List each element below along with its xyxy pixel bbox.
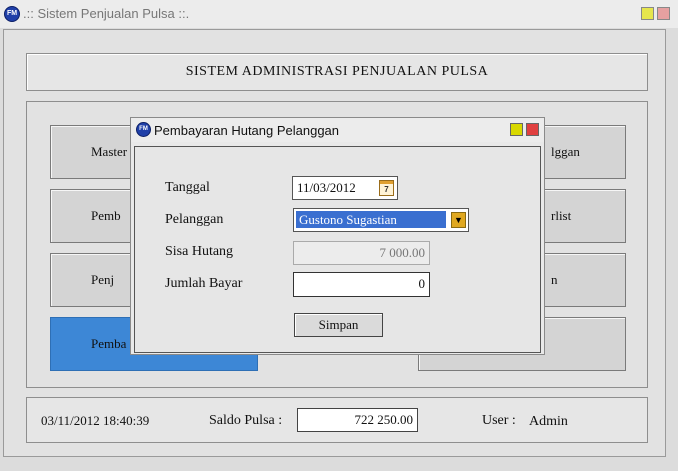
app-logo-icon: FM	[4, 6, 20, 22]
tanggal-date-picker[interactable]: 11/03/2012 7	[292, 176, 398, 200]
jumlah-bayar-label: Jumlah Bayar	[165, 276, 243, 291]
header-panel: SISTEM ADMINISTRASI PENJUALAN PULSA	[26, 53, 648, 91]
dialog-close-button[interactable]	[526, 123, 539, 136]
pelanggan-selected-value: Gustono Sugastian	[296, 211, 446, 228]
saldo-label: Saldo Pulsa :	[209, 413, 283, 428]
pelanggan-select[interactable]: Gustono Sugastian ▼	[293, 208, 469, 232]
sisa-hutang-value: 7 000.00	[379, 245, 426, 260]
app-logo-icon: FM	[136, 122, 151, 137]
chevron-down-icon[interactable]: ▼	[451, 212, 466, 228]
status-datetime: 03/11/2012 18:40:39	[41, 413, 150, 428]
tanggal-value: 11/03/2012	[297, 180, 356, 195]
window-titlebar: FM .:: Sistem Penjualan Pulsa ::.	[0, 0, 678, 28]
menu-button-label: Penj	[91, 272, 115, 287]
menu-button-label: lggan	[551, 144, 580, 159]
saldo-pulsa-field: 722 250.00	[297, 408, 418, 432]
page-title: SISTEM ADMINISTRASI PENJUALAN PULSA	[185, 64, 489, 79]
jumlah-bayar-value: 0	[418, 276, 426, 291]
simpan-button[interactable]: Simpan	[294, 313, 383, 337]
sisa-hutang-label: Sisa Hutang	[165, 244, 234, 259]
tanggal-label: Tanggal	[165, 180, 210, 195]
sisa-hutang-field: 7 000.00	[293, 241, 430, 265]
menu-button-label: Pemb	[91, 208, 121, 223]
saldo-pulsa-value: 722 250.00	[354, 412, 414, 427]
menu-button-label: Pemba	[91, 336, 127, 351]
dialog-title: Pembayaran Hutang Pelanggan	[154, 123, 340, 138]
user-value: Admin	[529, 414, 568, 429]
user-label: User :	[482, 413, 516, 428]
window-title: .:: Sistem Penjualan Pulsa ::.	[23, 6, 190, 21]
close-button[interactable]	[657, 7, 670, 20]
dialog-minimize-button[interactable]	[510, 123, 523, 136]
pelanggan-label: Pelanggan	[165, 212, 224, 227]
dialog-titlebar: FM Pembayaran Hutang Pelanggan	[131, 118, 544, 142]
menu-button-label: n	[551, 272, 558, 287]
jumlah-bayar-input[interactable]: 0	[293, 272, 430, 297]
menu-button-label: Master	[91, 144, 128, 159]
menu-button-label: rlist	[551, 208, 572, 223]
calendar-icon[interactable]: 7	[379, 180, 394, 196]
minimize-button[interactable]	[641, 7, 654, 20]
